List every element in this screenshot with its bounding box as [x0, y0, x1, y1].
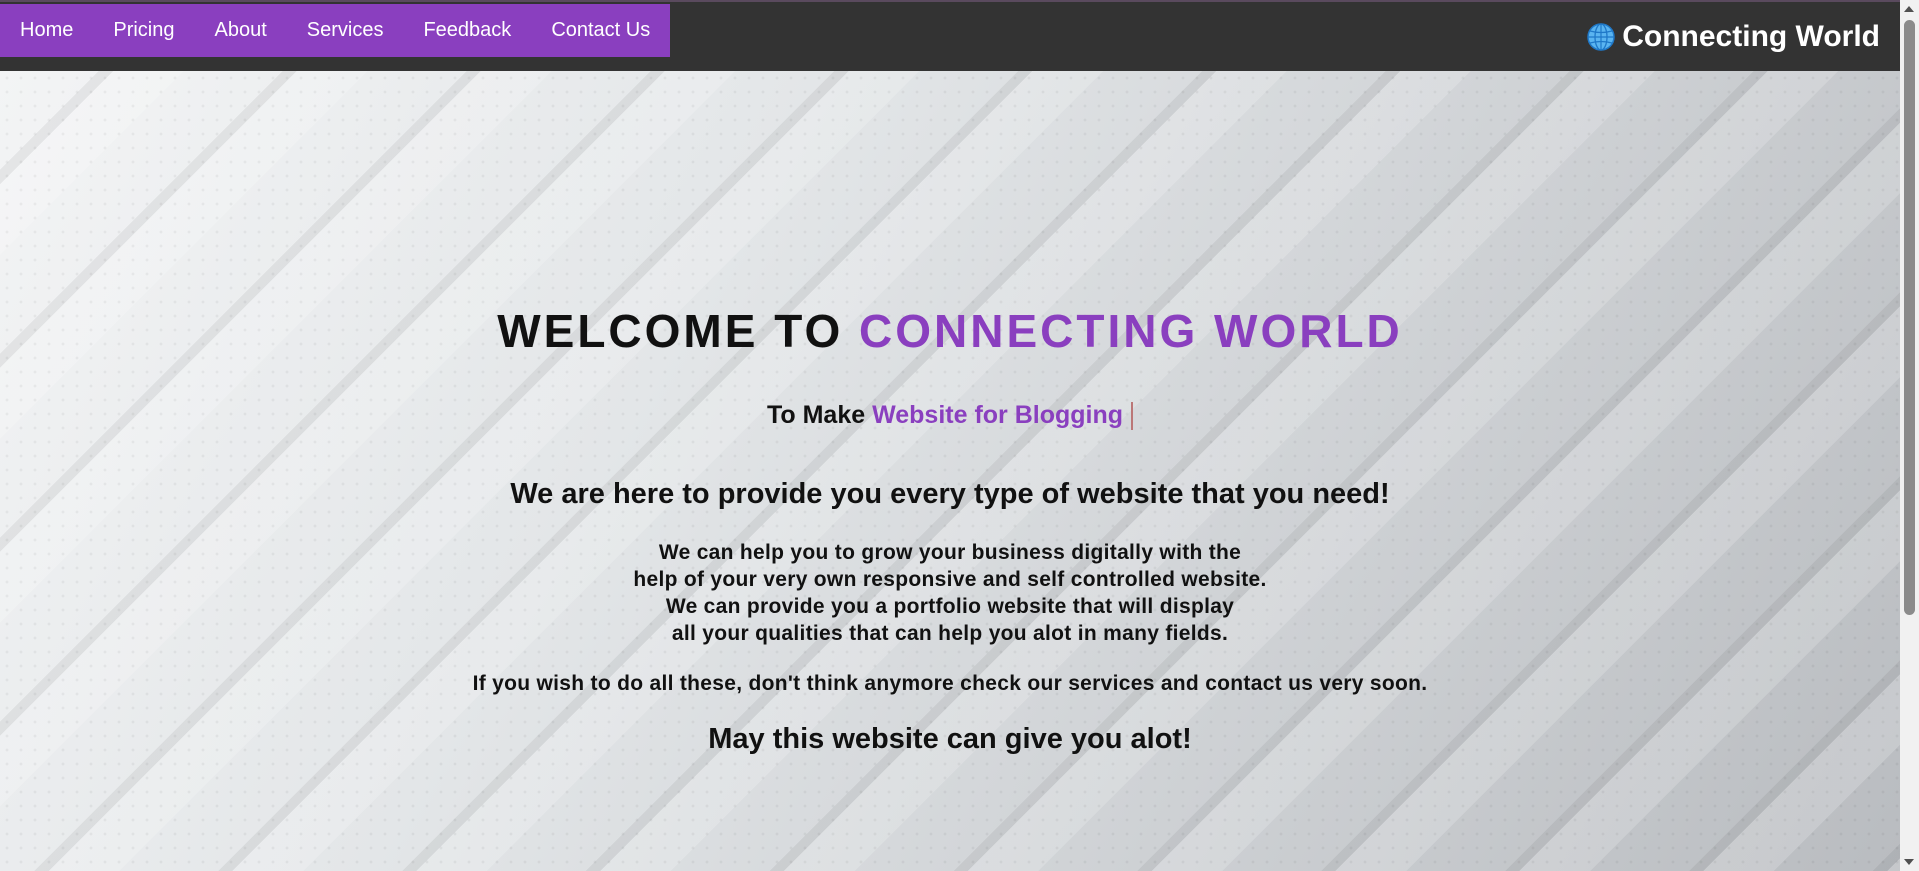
welcome-heading: WELCOME TO CONNECTING WORLD: [0, 304, 1900, 358]
paragraph-line: We can help you to grow your business di…: [658, 541, 1242, 564]
paragraph-line: We can provide you a portfolio website t…: [665, 595, 1235, 618]
tagline-prefix: To Make: [766, 401, 866, 429]
nav-services[interactable]: Services: [287, 4, 404, 57]
vertical-scrollbar[interactable]: [1900, 0, 1919, 871]
welcome-prefix: WELCOME TO: [497, 305, 844, 357]
scroll-down-arrow-icon[interactable]: [1904, 859, 1914, 865]
paragraph-line: all your qualities that can help you alo…: [671, 622, 1229, 645]
paragraph-line: help of your very own responsive and sel…: [633, 568, 1267, 591]
nav-home[interactable]: Home: [0, 4, 93, 57]
description-paragraph: We can help you to grow your business di…: [0, 539, 1900, 647]
typing-tagline: To Make Website for Blogging: [0, 401, 1900, 431]
nav-pricing[interactable]: Pricing: [93, 4, 194, 57]
welcome-highlight: CONNECTING WORLD: [859, 305, 1403, 357]
nav-about[interactable]: About: [195, 4, 287, 57]
scroll-up-arrow-icon[interactable]: [1904, 6, 1914, 12]
main-nav: Home Pricing About Services Feedback Con…: [0, 4, 670, 57]
closing-heading: May this website can give you alot!: [708, 723, 1192, 755]
typing-cursor: [1131, 402, 1134, 431]
nav-contact-us[interactable]: Contact Us: [531, 4, 670, 57]
call-to-action-text: If you wish to do all these, don't think…: [472, 672, 1428, 695]
brand-name: Connecting World: [1622, 20, 1880, 53]
scroll-thumb[interactable]: [1904, 20, 1915, 615]
brand[interactable]: Connecting World: [1586, 20, 1880, 54]
top-bar: Home Pricing About Services Feedback Con…: [0, 0, 1900, 71]
subheading: We are here to provide you every type of…: [510, 478, 1390, 510]
hero-section: WELCOME TO CONNECTING WORLD To Make Webs…: [0, 71, 1900, 871]
tagline-highlight: Website for Blogging: [872, 401, 1124, 429]
globe-icon: [1587, 23, 1615, 51]
nav-feedback[interactable]: Feedback: [403, 4, 531, 57]
